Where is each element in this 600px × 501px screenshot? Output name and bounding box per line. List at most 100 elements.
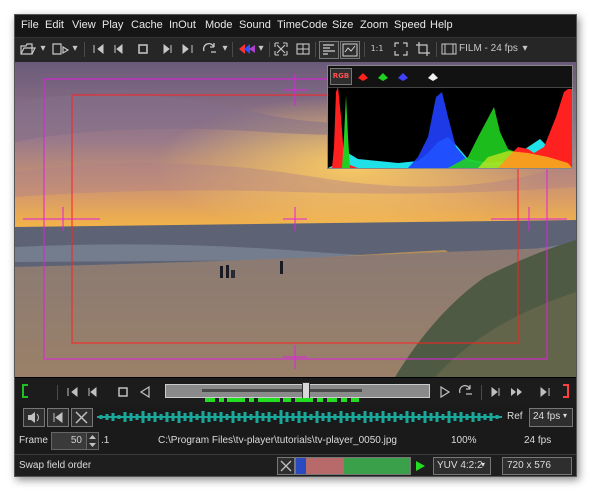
channel-green-icon[interactable]	[376, 69, 390, 83]
fullscreen-icon[interactable]	[393, 41, 409, 57]
menu-size[interactable]: Size	[332, 19, 353, 31]
transport-loop-icon[interactable]	[457, 383, 475, 399]
tv-player-window: File Edit View Play Cache InOut Mode Sou…	[14, 14, 577, 477]
safe-frame-icon[interactable]	[295, 41, 311, 57]
frame-number-stepper[interactable]	[86, 432, 99, 450]
toolbar-separator	[436, 42, 437, 57]
transport-separator	[57, 385, 58, 400]
menu-help[interactable]: Help	[430, 19, 453, 31]
go-end-icon[interactable]	[179, 41, 195, 57]
zoom-1to1-button[interactable]: 1:1	[369, 41, 385, 57]
waveform-toggle-button[interactable]	[340, 41, 360, 59]
histogram-graph	[328, 87, 572, 168]
channel-luma-icon[interactable]	[426, 69, 440, 83]
fps-mode-chevron-icon[interactable]: ▾	[521, 41, 529, 57]
channel-red-icon[interactable]	[356, 69, 370, 83]
film-icon	[441, 43, 457, 55]
channels-chevron-icon[interactable]: ▾	[257, 41, 265, 57]
crop-icon[interactable]	[415, 41, 431, 57]
transport-separator	[481, 385, 482, 400]
menu-speed[interactable]: Speed	[394, 19, 426, 31]
audio-rewind-button[interactable]	[47, 408, 69, 427]
open-menu-chevron-icon[interactable]: ▾	[39, 41, 47, 57]
frame-number-value: 50	[70, 435, 82, 446]
color-picker-button[interactable]	[277, 457, 295, 475]
go-start-icon[interactable]	[91, 41, 107, 57]
waveform-monitor-icon	[342, 43, 358, 57]
transport-go-end-icon[interactable]	[537, 384, 553, 400]
toolbar-separator	[315, 42, 316, 57]
menu-mode[interactable]: Mode	[205, 19, 233, 31]
loop-mode-icon[interactable]	[201, 41, 221, 57]
toolbar-separator	[232, 42, 233, 57]
ref-label: Ref	[507, 411, 523, 422]
frame-field-suffix: .1	[101, 435, 110, 446]
transport-bar	[15, 377, 576, 406]
stop-icon[interactable]	[135, 41, 151, 57]
out-point-marker-icon[interactable]	[561, 383, 571, 399]
video-viewer[interactable]: RGB	[15, 62, 576, 377]
colorspace-value: YUV 4:2:2	[437, 460, 483, 471]
menu-bar: File Edit View Play Cache InOut Mode Sou…	[15, 15, 576, 37]
playback-fps: 24 fps	[524, 435, 552, 446]
transport-fast-forward-icon[interactable]	[509, 384, 525, 400]
colorspace-dropdown[interactable]: YUV 4:2:2 ▾	[433, 457, 491, 475]
frame-info-row: Frame 50 .1 C:\Program Files\tv-player\t…	[15, 429, 576, 453]
audio-go-start-icon	[53, 412, 63, 423]
menu-file[interactable]: File	[21, 19, 39, 31]
save-menu-chevron-icon[interactable]: ▾	[71, 41, 79, 57]
play-forward-icon[interactable]	[437, 384, 453, 400]
status-message: Swap field order	[19, 460, 92, 471]
play-reverse-icon[interactable]	[137, 384, 153, 400]
menu-timecode[interactable]: TimeCode	[277, 19, 327, 31]
eyedropper-icon	[280, 460, 292, 472]
swatch-red	[306, 458, 344, 474]
menu-edit[interactable]: Edit	[45, 19, 64, 31]
ref-fps-chevron-icon: ▾	[563, 411, 568, 420]
pixel-color-swatch	[295, 457, 411, 475]
scissors-icon	[75, 411, 88, 424]
ref-fps-dropdown[interactable]: 24 fps ▾	[529, 408, 573, 427]
in-point-marker-icon[interactable]	[20, 383, 30, 399]
mute-button[interactable]	[23, 408, 45, 427]
transport-step-back-icon[interactable]	[85, 384, 101, 400]
menu-zoom[interactable]: Zoom	[360, 19, 388, 31]
stepper-arrows-icon	[89, 435, 96, 447]
toolbar-separator	[269, 42, 270, 57]
resolution-display: 720 x 576	[502, 457, 572, 475]
loop-chevron-icon[interactable]: ▾	[221, 41, 229, 57]
step-forward-icon[interactable]	[159, 41, 175, 57]
timeline-slider[interactable]	[165, 382, 430, 400]
menu-sound[interactable]: Sound	[239, 19, 271, 31]
histogram-panel: RGB	[327, 65, 573, 169]
frame-number-input[interactable]: 50	[51, 432, 87, 450]
swatch-play-icon[interactable]	[413, 459, 427, 473]
transport-stop-icon[interactable]	[115, 384, 131, 400]
colorspace-chevron-icon: ▾	[481, 460, 486, 469]
ref-fps-value: 24 fps	[533, 411, 561, 422]
menu-play[interactable]: Play	[102, 19, 123, 31]
channel-blue-icon[interactable]	[396, 69, 410, 83]
transport-go-start-icon[interactable]	[65, 384, 81, 400]
save-icon[interactable]	[51, 41, 71, 57]
open-folder-icon[interactable]	[19, 41, 39, 57]
audio-waveform	[97, 410, 502, 424]
histogram-channel-bar: RGB	[328, 66, 572, 88]
menu-view[interactable]: View	[72, 19, 96, 31]
zoom-level: 100%	[451, 435, 477, 446]
swatch-blue	[296, 458, 306, 474]
status-bar: Swap field order YUV 4:2:2 ▾ 720 x 576	[15, 454, 576, 476]
color-channels-icon[interactable]	[237, 41, 257, 57]
transport-step-forward-icon[interactable]	[487, 384, 503, 400]
audio-scrub-button[interactable]	[71, 408, 93, 427]
timeline-inout-range	[202, 389, 362, 392]
step-back-icon[interactable]	[111, 41, 127, 57]
histogram-toggle-button[interactable]	[319, 41, 339, 59]
channel-rgb-button[interactable]: RGB	[330, 68, 352, 85]
fit-window-icon[interactable]	[273, 41, 289, 57]
toolbar-separator	[84, 42, 85, 57]
menu-cache[interactable]: Cache	[131, 19, 163, 31]
frame-label: Frame	[19, 435, 48, 446]
menu-inout[interactable]: InOut	[169, 19, 196, 31]
speaker-icon	[28, 412, 39, 423]
